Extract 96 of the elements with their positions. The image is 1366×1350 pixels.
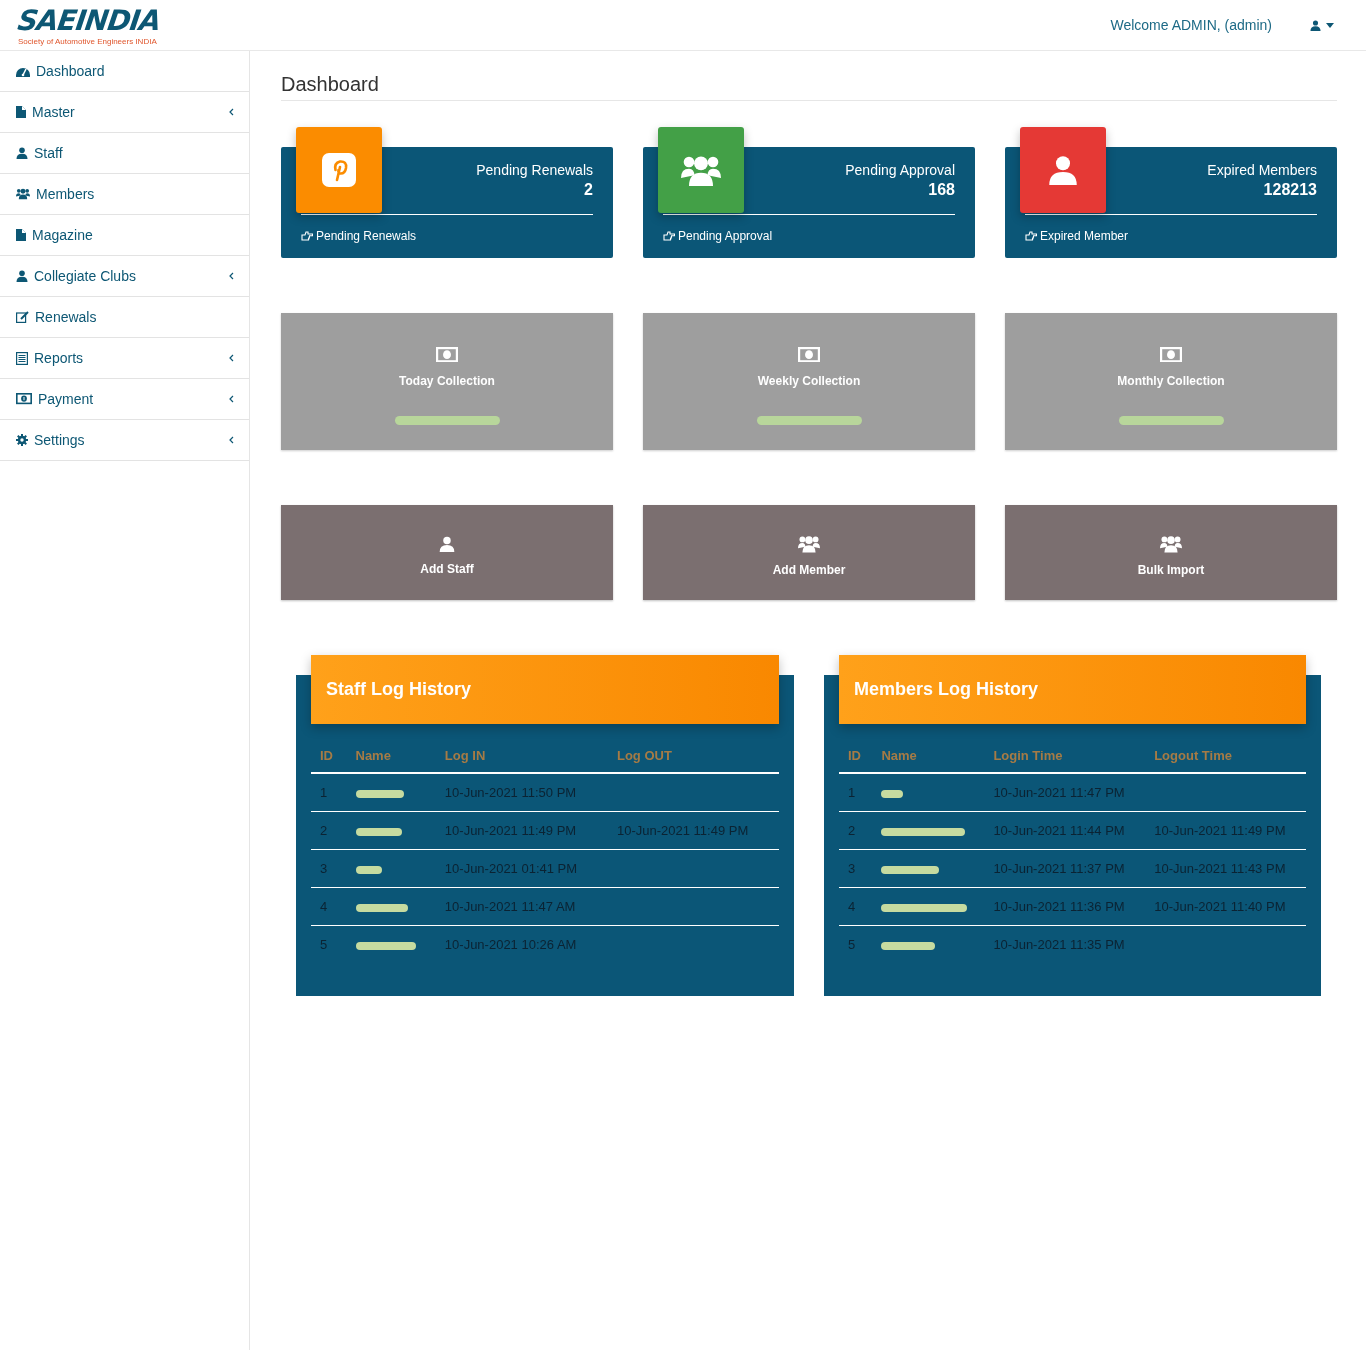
stat-link[interactable]: Pending Renewals bbox=[301, 229, 417, 243]
table-cell: 10-Jun-2021 11:37 PM bbox=[984, 849, 1146, 888]
collection-title: Today Collection bbox=[399, 374, 495, 389]
table-cell: 10-Jun-2021 11:40 PM bbox=[1145, 887, 1306, 926]
redaction-mark bbox=[355, 903, 408, 912]
stat-link[interactable]: Pending Approval bbox=[663, 229, 773, 243]
pinterest-icon bbox=[322, 153, 356, 187]
panel-title: Members Log History bbox=[839, 655, 1306, 724]
stat-value: 128213 bbox=[1263, 181, 1317, 199]
table-cell: 1 bbox=[311, 773, 347, 812]
panel-title: Staff Log History bbox=[311, 655, 779, 724]
stat-value: 2 bbox=[584, 181, 593, 199]
edit-icon bbox=[16, 311, 29, 323]
user-menu-button[interactable] bbox=[1308, 17, 1336, 33]
stat-link[interactable]: Expired Member bbox=[1025, 229, 1129, 243]
sidebar-item[interactable]: Members bbox=[0, 174, 249, 215]
user-icon bbox=[16, 270, 28, 282]
redaction-mark bbox=[355, 865, 382, 874]
table-cell: 4 bbox=[311, 887, 347, 926]
dashboard-icon bbox=[16, 65, 30, 77]
logo-subtitle: Society of Automotive Engineers INDIA bbox=[18, 38, 158, 46]
stat-value: 168 bbox=[928, 181, 955, 199]
list-icon bbox=[16, 351, 28, 365]
table-cell: 10-Jun-2021 11:50 PM bbox=[435, 773, 608, 812]
money-icon bbox=[1160, 347, 1182, 363]
sidebar-item[interactable]: Payment bbox=[0, 379, 249, 420]
stat-title: Expired Members bbox=[1207, 162, 1317, 178]
table-cell: 10-Jun-2021 11:49 PM bbox=[607, 811, 779, 850]
column-header: Log IN bbox=[435, 740, 608, 773]
sidebar-item[interactable]: Settings bbox=[0, 420, 249, 461]
sidebar-item[interactable]: Renewals bbox=[0, 297, 249, 338]
sidebar-item[interactable]: Magazine bbox=[0, 215, 249, 256]
column-header: Name bbox=[872, 740, 985, 773]
users-icon bbox=[16, 188, 30, 200]
table-cell: 10-Jun-2021 10:26 AM bbox=[435, 925, 608, 963]
column-header: Login Time bbox=[984, 740, 1146, 773]
table-cell: 4 bbox=[839, 887, 873, 926]
column-header: Log OUT bbox=[607, 740, 779, 773]
hand-pointer-icon bbox=[301, 231, 313, 241]
sidebar-item[interactable]: Reports bbox=[0, 338, 249, 379]
action-button[interactable]: Add Member bbox=[643, 505, 975, 600]
sidebar-item[interactable]: Dashboard bbox=[0, 51, 249, 92]
table-cell: 1 bbox=[839, 773, 873, 812]
redaction-mark bbox=[355, 789, 404, 798]
hand-pointer-icon bbox=[1025, 231, 1037, 241]
logo-text: SAEINDIA bbox=[15, 4, 163, 37]
table-cell: 10-Jun-2021 11:43 PM bbox=[1145, 849, 1306, 888]
table-cell: 5 bbox=[311, 925, 347, 963]
collection-title: Monthly Collection bbox=[1117, 374, 1225, 389]
money-icon bbox=[16, 393, 32, 405]
table-cell: 10-Jun-2021 11:49 PM bbox=[435, 811, 608, 850]
redaction-mark bbox=[881, 865, 940, 874]
user-icon bbox=[1310, 19, 1321, 31]
user-icon bbox=[439, 536, 455, 552]
users-icon bbox=[681, 154, 721, 186]
page-title: Dashboard bbox=[281, 73, 1337, 101]
stat-title: Pending Renewals bbox=[476, 162, 593, 178]
welcome-text: Welcome ADMIN, (admin) bbox=[1110, 17, 1272, 33]
sidebar-item[interactable]: Master bbox=[0, 92, 249, 133]
redaction-mark bbox=[355, 941, 416, 950]
file-icon bbox=[16, 106, 26, 118]
settings-icon bbox=[16, 434, 28, 446]
stat-title: Pending Approval bbox=[845, 162, 955, 178]
users-icon bbox=[1160, 535, 1182, 553]
sidebar-item[interactable]: Collegiate Clubs bbox=[0, 256, 249, 297]
table-cell: 10-Jun-2021 11:47 AM bbox=[435, 887, 608, 926]
redaction-mark bbox=[881, 941, 936, 950]
hand-pointer-icon bbox=[663, 231, 675, 241]
table-cell: 3 bbox=[839, 849, 873, 888]
collection-title: Weekly Collection bbox=[757, 374, 861, 389]
table-cell: 3 bbox=[311, 849, 347, 888]
column-header: Logout Time bbox=[1145, 740, 1306, 773]
column-header: Name bbox=[346, 740, 436, 773]
file-icon bbox=[16, 229, 26, 241]
column-header: ID bbox=[311, 740, 347, 773]
table-cell: 2 bbox=[839, 811, 873, 850]
redaction-mark bbox=[881, 789, 904, 798]
caret-icon bbox=[1326, 22, 1334, 28]
column-header: ID bbox=[839, 740, 873, 773]
table-cell: 10-Jun-2021 11:36 PM bbox=[984, 887, 1146, 926]
table-cell: 10-Jun-2021 11:49 PM bbox=[1145, 811, 1306, 850]
user-icon bbox=[1048, 155, 1078, 185]
redaction-mark bbox=[355, 827, 402, 836]
action-button[interactable]: Bulk Import bbox=[1005, 505, 1337, 600]
table-cell: 10-Jun-2021 11:47 PM bbox=[984, 773, 1146, 812]
user-icon bbox=[16, 147, 28, 159]
money-icon bbox=[798, 347, 820, 363]
table-cell: 2 bbox=[311, 811, 347, 850]
action-button[interactable]: Add Staff bbox=[281, 505, 613, 600]
sidebar-item[interactable]: Staff bbox=[0, 133, 249, 174]
table-cell: 10-Jun-2021 11:44 PM bbox=[984, 811, 1146, 850]
money-icon bbox=[436, 347, 458, 363]
table-cell: 10-Jun-2021 11:35 PM bbox=[984, 925, 1146, 963]
users-icon bbox=[798, 535, 820, 553]
table-cell: 10-Jun-2021 01:41 PM bbox=[435, 849, 608, 888]
table-cell: 5 bbox=[839, 925, 873, 963]
